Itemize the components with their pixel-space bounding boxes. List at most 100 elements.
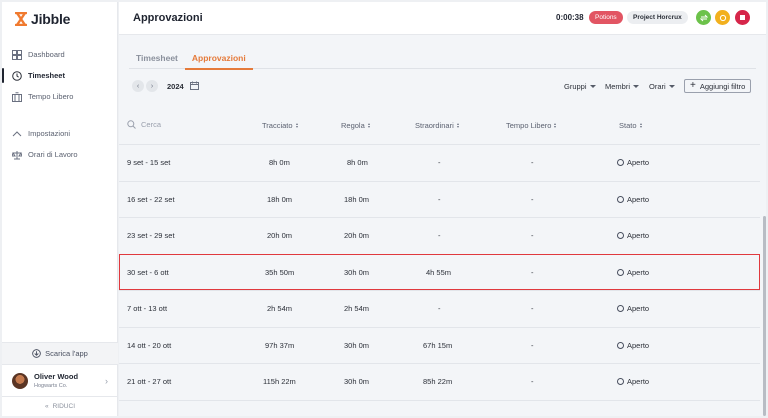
user-profile[interactable]: Oliver Wood Hogwarts Co. ›: [2, 364, 118, 396]
vertical-scrollbar[interactable]: [763, 216, 766, 416]
scale-icon: [12, 150, 22, 160]
table-row[interactable]: 9 set - 15 set 8h 0m 8h 0m - - Aperto: [119, 144, 760, 181]
status-label: Aperto: [627, 340, 650, 350]
activity-badge[interactable]: Potions: [589, 11, 623, 24]
search-icon: [127, 120, 136, 129]
regular-cell: 2h 54m: [344, 304, 370, 313]
palm-icon: [12, 91, 22, 102]
avatar: [12, 372, 28, 389]
table-row-highlighted[interactable]: 30 set - 6 ott 35h 50m 30h 0m 4h 55m - A…: [119, 253, 760, 290]
sidebar-item-dashboard[interactable]: Dashboard: [2, 44, 118, 65]
prev-year-button[interactable]: ‹: [132, 80, 144, 92]
timeoff-cell: -: [531, 158, 534, 167]
status-circle-icon: [617, 232, 624, 239]
jibble-logo[interactable]: Jibble: [15, 11, 70, 27]
sidebar-item-timesheet[interactable]: Timesheet: [2, 65, 118, 86]
toolbar: ‹ › 2024 Gruppi Membri Orari + Aggiungi …: [129, 79, 756, 95]
download-app-button[interactable]: Scarica l'app: [2, 342, 118, 364]
tracked-cell: 97h 37m: [265, 340, 295, 350]
filter-membri[interactable]: Membri: [605, 82, 640, 91]
status-circle-icon: [617, 378, 624, 385]
next-year-button[interactable]: ›: [146, 80, 158, 92]
hourglass-logo-icon: [15, 12, 27, 26]
overtime-cell: 4h 55m: [426, 267, 452, 277]
status-badge: Aperto: [617, 158, 649, 167]
timeoff-cell: -: [531, 194, 534, 204]
column-tracciato[interactable]: Tracciato: [262, 121, 298, 130]
chevron-right-icon: ›: [105, 376, 108, 386]
tab-approvazioni[interactable]: Approvazioni: [184, 47, 253, 70]
column-straordinari[interactable]: Straordinari: [415, 121, 459, 130]
sidebar-nav: Dashboard Timesheet Tempo Libero Imposta…: [2, 44, 118, 165]
sidebar-item-label: Dashboard: [28, 50, 65, 59]
calendar-icon[interactable]: [190, 81, 199, 90]
plus-icon: +: [690, 80, 696, 91]
column-regola[interactable]: Regola: [341, 121, 370, 130]
stop-timer-button[interactable]: [735, 10, 750, 25]
status-badge: Aperto: [617, 341, 649, 350]
status-label: Aperto: [627, 304, 650, 313]
filter-gruppi[interactable]: Gruppi: [564, 82, 596, 91]
coffee-icon: [719, 14, 726, 21]
table-row[interactable]: 21 ott - 27 ott 115h 22m 30h 0m 85h 22m …: [119, 363, 760, 400]
chevron-up-icon: [12, 129, 22, 139]
period-cell: 30 set - 6 ott: [127, 267, 169, 277]
caret-down-icon: [589, 85, 596, 88]
switch-activity-button[interactable]: [696, 10, 711, 25]
overtime-cell: -: [438, 231, 441, 240]
sort-icon: [639, 123, 642, 128]
tabs: Timesheet Approvazioni: [129, 47, 756, 70]
status-badge: Aperto: [617, 304, 649, 313]
add-filter-button[interactable]: + Aggiungi filtro: [684, 79, 752, 93]
search-placeholder: Cerca: [141, 120, 162, 129]
break-button[interactable]: [715, 10, 730, 25]
column-tempo-libero[interactable]: Tempo Libero: [506, 121, 557, 130]
table-row[interactable]: 23 set - 29 set 20h 0m 20h 0m - - Aperto: [119, 217, 760, 254]
column-stato[interactable]: Stato: [619, 121, 642, 130]
sidebar-item-label: Tempo Libero: [28, 92, 74, 101]
period-cell: 9 set - 15 set: [127, 158, 171, 167]
tracked-cell: 35h 50m: [265, 267, 295, 277]
status-label: Aperto: [627, 158, 650, 167]
period-cell: 14 ott - 20 ott: [127, 340, 172, 350]
double-chevron-left-icon: «: [44, 403, 49, 410]
table-row-partial[interactable]: [119, 399, 760, 417]
collapse-sidebar-button[interactable]: « RIDUCI: [2, 396, 118, 416]
sidebar-item-tempo-libero[interactable]: Tempo Libero: [2, 86, 118, 107]
sort-icon: [456, 123, 459, 128]
user-org: Hogwarts Co.: [34, 383, 68, 389]
overtime-cell: 67h 15m: [423, 340, 453, 350]
sidebar-item-orari-di-lavoro[interactable]: Orari di Lavoro: [2, 144, 118, 165]
column-label: Straordinari: [415, 121, 454, 130]
add-filter-label: Aggiungi filtro: [699, 81, 746, 91]
download-icon: [32, 349, 41, 358]
period-cell: 23 set - 29 set: [127, 231, 175, 240]
swap-icon: [699, 14, 708, 21]
download-label: Scarica l'app: [45, 349, 88, 358]
table-row[interactable]: 7 ott - 13 ott 2h 54m 2h 54m - - Aperto: [119, 290, 760, 327]
column-label: Tempo Libero: [506, 121, 552, 130]
regular-cell: 30h 0m: [344, 340, 370, 350]
timeoff-cell: -: [531, 231, 534, 240]
search-input[interactable]: Cerca: [127, 120, 161, 129]
year-label[interactable]: 2024: [167, 82, 184, 91]
tab-timesheet[interactable]: Timesheet: [129, 47, 185, 69]
column-label: Tracciato: [262, 121, 293, 130]
filter-orari[interactable]: Orari: [649, 82, 675, 91]
timeoff-cell: -: [531, 340, 534, 350]
regular-cell: 30h 0m: [344, 267, 370, 277]
status-label: Aperto: [627, 377, 650, 386]
sidebar-item-impostazioni[interactable]: Impostazioni: [2, 123, 118, 144]
collapse-label: RIDUCI: [52, 403, 75, 410]
sidebar-bottom: Scarica l'app Oliver Wood Hogwarts Co. ›…: [2, 342, 118, 416]
regular-cell: 20h 0m: [344, 231, 370, 240]
timeoff-cell: -: [531, 267, 534, 277]
table-row[interactable]: 14 ott - 20 ott 97h 37m 30h 0m 67h 15m -…: [119, 326, 760, 364]
table-row[interactable]: 16 set - 22 set 18h 0m 18h 0m - - Aperto: [119, 180, 760, 218]
regular-cell: 30h 0m: [344, 377, 370, 386]
approvals-table: Cerca Tracciato Regola Straordinari Temp…: [119, 108, 760, 416]
chevron-left-icon: ‹: [136, 82, 140, 90]
project-badge[interactable]: Project Horcrux: [627, 11, 688, 24]
brand-name: Jibble: [31, 11, 71, 27]
status-label: Aperto: [627, 194, 650, 204]
